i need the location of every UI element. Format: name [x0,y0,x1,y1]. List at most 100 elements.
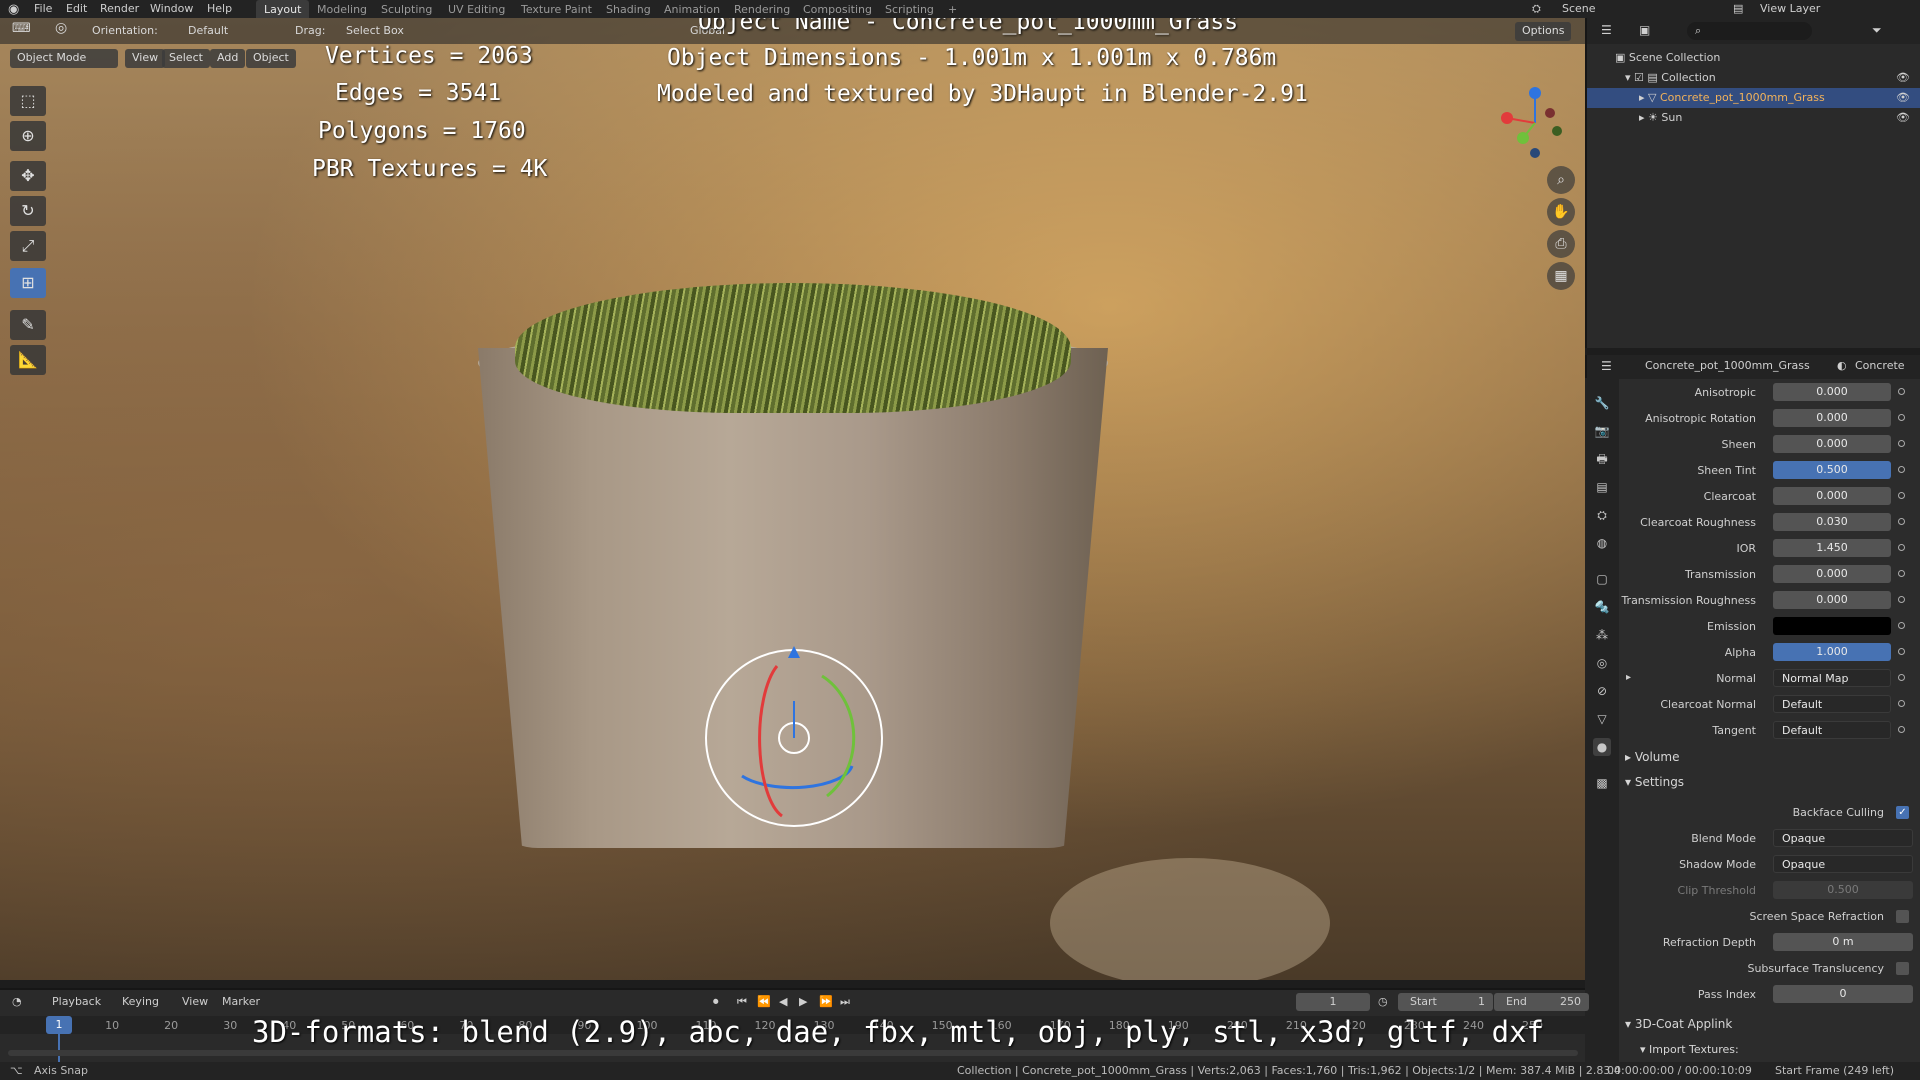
visibility-eye-icon[interactable]: 👁 [1896,71,1910,84]
navigation-axis-gizmo[interactable] [1495,83,1575,163]
output-tab-icon[interactable]: 🖶 [1593,450,1611,468]
rotate-tool-icon[interactable]: ↻ [10,196,46,226]
view-layer-icon[interactable]: ▤ [1733,2,1743,15]
end-frame-field[interactable]: End 250 [1494,993,1589,1011]
expand-arrow-icon[interactable]: ▸ [1626,672,1631,683]
tab-layout[interactable]: Layout [256,0,310,18]
editor-type-icon[interactable]: ⌨ [12,21,31,36]
view-menu[interactable]: View [125,49,166,68]
select-mode-icon[interactable]: ◎ [55,20,67,36]
prop-value-field[interactable]: 0.000 [1773,487,1891,505]
emission-color-swatch[interactable] [1773,617,1891,635]
keying-menu[interactable]: Keying [122,995,159,1008]
tab-animation[interactable]: Animation [656,0,728,18]
tab-uv-editing[interactable]: UV Editing [440,0,513,18]
select-box-tool-icon[interactable]: ⬚ [10,86,46,116]
grass-top[interactable] [515,283,1071,413]
view-layer-tab-icon[interactable]: ▤ [1593,478,1611,496]
keyframe-dot-icon[interactable] [1898,726,1905,733]
annotate-tool-icon[interactable]: ✎ [10,310,46,340]
keyframe-dot-icon[interactable] [1898,518,1905,525]
modifier-tab-icon[interactable]: 🔩 [1593,598,1611,616]
backface-culling-checkbox[interactable]: ✓ [1896,806,1909,819]
tab-sculpting[interactable]: Sculpting [373,0,440,18]
timeline-scrollbar[interactable] [8,1050,1578,1056]
keyframe-dot-icon[interactable] [1898,544,1905,551]
world-tab-icon[interactable]: ◍ [1593,534,1611,552]
pan-hand-icon[interactable]: ✋ [1547,198,1575,226]
keyframe-dot-icon[interactable] [1898,570,1905,577]
clip-threshold-field[interactable]: 0.500 [1773,881,1913,899]
visibility-eye-icon[interactable]: 👁 [1896,91,1910,104]
object-mode-dropdown[interactable]: Object Mode [10,49,118,68]
reverse-play-icon[interactable]: ◀ [779,995,787,1008]
outliner-search-input[interactable]: ⌕ [1687,22,1812,40]
measure-tool-icon[interactable]: 📐 [10,345,46,375]
normal-input-dropdown[interactable]: Normal Map [1773,669,1891,687]
visibility-eye-icon[interactable]: 👁 [1896,111,1910,124]
material-tab-icon[interactable]: ● [1593,738,1611,756]
keyframe-dot-icon[interactable] [1898,674,1905,681]
texture-tab-icon[interactable]: ▩ [1593,774,1611,792]
prop-value-field[interactable]: 1.450 [1773,539,1891,557]
outliner-item-sun[interactable]: ▸ ☀ Sun 👁 [1587,108,1920,128]
outliner-collection[interactable]: ▾ ☑ ▤ Collection 👁 [1587,68,1920,88]
tangent-dropdown[interactable]: Default [1773,721,1891,739]
select-menu[interactable]: Select [162,49,210,68]
refraction-depth-field[interactable]: 0 m [1773,933,1913,951]
render-tab-icon[interactable]: 📷 [1593,422,1611,440]
object-tab-icon[interactable]: ▢ [1593,570,1611,588]
editor-type-icon[interactable]: ◔ [12,995,22,1008]
clock-icon[interactable]: ◷ [1378,995,1388,1008]
jump-end-icon[interactable]: ⏭ [840,995,850,1009]
menu-edit[interactable]: Edit [66,2,87,15]
volume-section-header[interactable]: ▸ Volume [1625,750,1679,764]
move-tool-icon[interactable]: ✥ [10,161,46,191]
pass-index-field[interactable]: 0 [1773,985,1913,1003]
menu-file[interactable]: File [34,2,52,15]
transform-tool-icon[interactable]: ⊞ [10,268,46,298]
applink-section-header[interactable]: ▾ 3D-Coat Applink [1625,1017,1732,1031]
prop-value-field[interactable]: 0.000 [1773,565,1891,583]
prop-value-field[interactable]: 1.000 [1773,643,1891,661]
outliner-item-concrete-pot[interactable]: ▸ ▽ Concrete_pot_1000mm_Grass 👁 [1587,88,1920,108]
menu-window[interactable]: Window [150,2,193,15]
next-keyframe-icon[interactable]: ⏩ [819,995,833,1008]
prev-keyframe-icon[interactable]: ⏪ [757,995,771,1008]
import-textures-subheader[interactable]: ▾ Import Textures: [1640,1043,1739,1056]
cursor-tool-icon[interactable]: ⊕ [10,121,46,151]
marker-menu[interactable]: Marker [222,995,260,1008]
constraints-tab-icon[interactable]: ⊘ [1593,682,1611,700]
physics-tab-icon[interactable]: ◎ [1593,654,1611,672]
data-tab-icon[interactable]: ▽ [1593,710,1611,728]
settings-section-header[interactable]: ▾ Settings [1625,775,1684,789]
menu-help[interactable]: Help [207,2,232,15]
outliner-scene-collection[interactable]: ▣ Scene Collection [1587,48,1920,68]
playback-menu[interactable]: Playback [52,995,101,1008]
keyframe-dot-icon[interactable] [1898,440,1905,447]
keyframe-dot-icon[interactable] [1898,388,1905,395]
grid-toggle-icon[interactable]: ▦ [1547,262,1575,290]
transform-gizmo[interactable] [702,646,886,830]
shadow-mode-dropdown[interactable]: Opaque [1773,855,1913,873]
playhead-frame-indicator[interactable]: 1 [46,1016,72,1034]
tab-scripting[interactable]: Scripting [877,0,942,18]
clearcoat-normal-dropdown[interactable]: Default [1773,695,1891,713]
blend-mode-dropdown[interactable]: Opaque [1773,829,1913,847]
keyframe-dot-icon[interactable] [1898,466,1905,473]
keyframe-dot-icon[interactable] [1898,596,1905,603]
filter-icon[interactable]: ⏷ [1872,23,1882,38]
blender-logo-icon[interactable]: ◉ [8,2,19,17]
keyframe-dot-icon[interactable] [1898,648,1905,655]
editor-type-icon[interactable]: ☰ [1601,359,1612,373]
editor-type-icon[interactable]: ☰ [1601,23,1612,37]
keyframe-dot-icon[interactable] [1898,622,1905,629]
camera-view-icon[interactable]: ⎙ [1547,230,1575,258]
add-menu[interactable]: Add [210,49,246,68]
zoom-icon[interactable]: ⌕ [1547,166,1575,194]
scene-tab-icon[interactable]: ⛭ [1593,506,1611,524]
tab-shading[interactable]: Shading [598,0,659,18]
options-dropdown[interactable]: Options [1515,22,1572,41]
current-frame-field[interactable]: 1 [1296,993,1370,1011]
jump-start-icon[interactable]: ⏮ [737,995,747,1009]
